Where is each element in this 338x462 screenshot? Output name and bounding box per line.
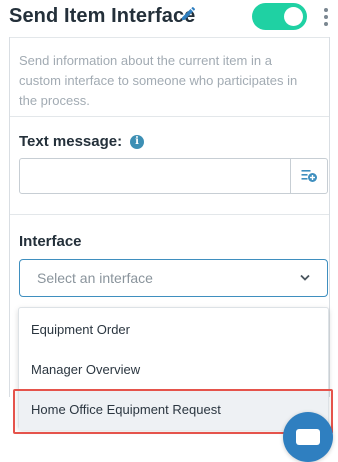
interface-option[interactable]: Equipment Order: [19, 310, 328, 350]
add-variable-icon: [301, 170, 317, 182]
send-item-interface-settings: Send Item Interface Send information abo…: [0, 0, 338, 462]
info-icon[interactable]: i: [130, 135, 144, 149]
add-variable-button[interactable]: [291, 159, 327, 193]
text-message-input[interactable]: [19, 158, 328, 194]
interface-dropdown-list: Equipment Order Manager Overview Home Of…: [18, 307, 329, 430]
chevron-down-icon: [300, 274, 310, 281]
divider: [10, 116, 329, 117]
divider: [10, 214, 329, 215]
description-text: Send information about the current item …: [19, 53, 298, 108]
toggle-knob: [284, 7, 303, 26]
interface-option-highlighted[interactable]: Home Office Equipment Request: [19, 390, 328, 430]
chat-icon: [296, 429, 320, 445]
text-message-label: Text message:: [19, 133, 123, 150]
panel-header: Send Item Interface: [0, 0, 338, 36]
interface-select[interactable]: Select an interface: [19, 259, 328, 297]
chat-button[interactable]: [283, 412, 333, 462]
interface-option[interactable]: Manager Overview: [19, 350, 328, 390]
pencil-icon[interactable]: [180, 6, 196, 22]
divider: [10, 37, 329, 38]
interface-label: Interface: [19, 233, 82, 250]
page-title: Send Item Interface: [9, 5, 196, 27]
enable-toggle[interactable]: [252, 3, 307, 30]
kebab-menu-icon[interactable]: [323, 8, 329, 30]
interface-select-placeholder: Select an interface: [37, 270, 153, 286]
